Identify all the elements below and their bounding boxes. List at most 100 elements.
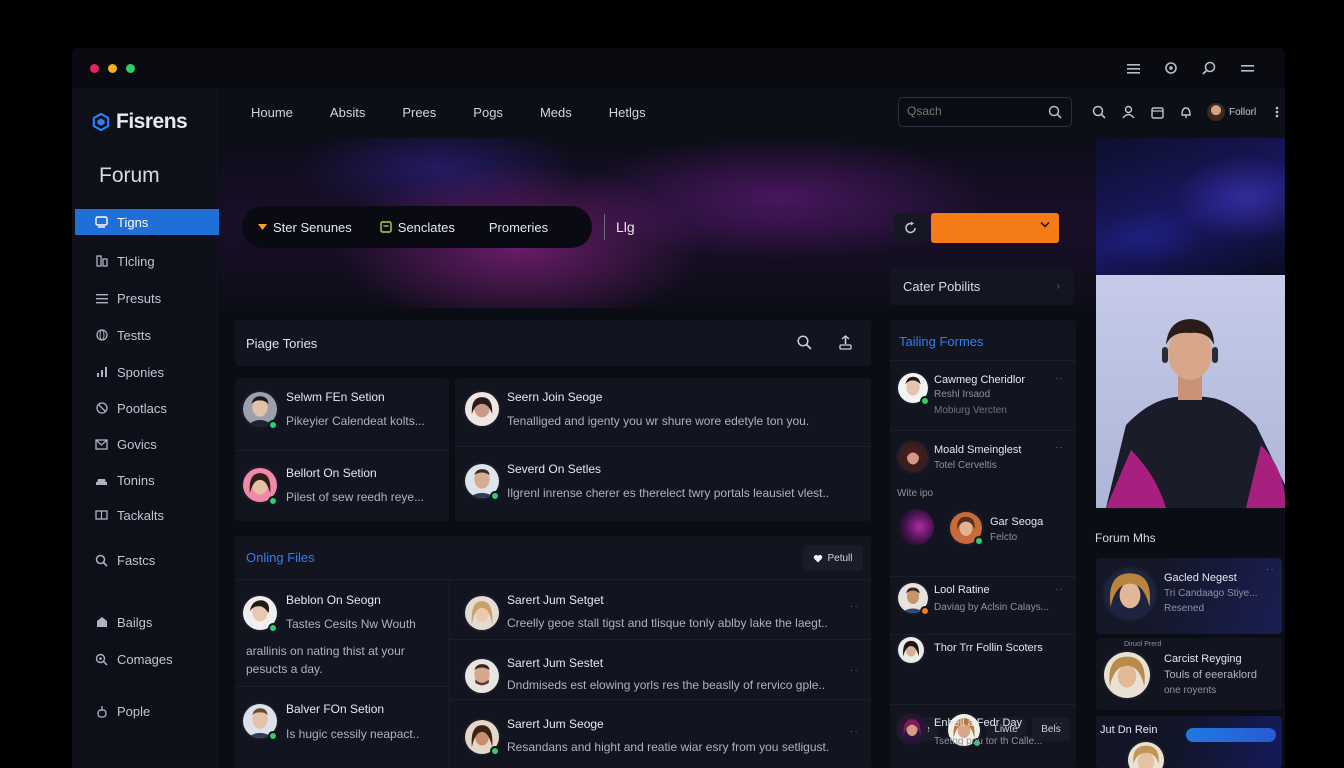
sidebar-item-label: Fastcs [117,552,156,568]
post-title[interactable]: Sarert Jum Seoge [507,717,604,731]
search-icon[interactable] [1201,60,1217,76]
sidebar-item-testts[interactable]: Testts [75,322,221,348]
avatar [1102,566,1158,622]
upload-icon[interactable] [839,335,852,350]
trending-subtitle: Totel Cerveltis [934,460,997,471]
post-title[interactable]: Beblon On Seogn [286,593,381,607]
online-badge [490,746,500,756]
more-vertical-icon[interactable] [1269,104,1285,120]
menu-icon[interactable] [1125,60,1141,76]
sidebar-item-presuts[interactable]: Presuts [75,285,221,311]
sidebar-item-tlcling[interactable]: Tlcling [75,248,221,274]
more-icon[interactable]: ·· [1055,718,1064,729]
topnav-link-houme[interactable]: Houme [251,105,293,120]
caret-down-icon [258,224,267,230]
more-icon[interactable]: ·· [1055,373,1064,384]
topnav-link-prees[interactable]: Prees [402,105,436,120]
settings-icon[interactable] [1163,60,1179,76]
hero-extra-label[interactable]: Llg [616,219,635,235]
avatar[interactable] [463,657,501,695]
top-navigation: Houme Absits Prees Pogs Meds Hetlgs Foll… [219,88,1285,138]
post-excerpt-continued: pesucts a day. [246,662,323,676]
divider [890,430,1076,431]
app-window: Fisrens Forum Tigns Tlcling Presuts Test… [72,48,1285,768]
people-icon [95,509,108,522]
refresh-icon [905,221,916,234]
post-title[interactable]: Balver FOn Setion [286,702,384,716]
trending-subtitle: Tsetng pou tor th Calle... [934,736,1043,747]
trending-title[interactable]: Thor Trr Follin Scoters [934,642,1043,654]
follow-button[interactable]: Petull [803,545,863,571]
sidebar-item-label: Pople [117,703,151,719]
calendar-icon[interactable] [1149,104,1165,120]
forum-card-title: Jut Dn Rein [1100,724,1158,736]
trending-title[interactable]: Lool Ratine [934,584,990,596]
status-badge [920,606,930,616]
more-icon[interactable]: ·· [850,601,859,612]
more-icon[interactable]: ·· [850,665,859,676]
sidebar-item-tonins[interactable]: Tonins [75,467,221,493]
sidebar-item-bailgs[interactable]: Bailgs [75,609,221,635]
sidebar-item-fastcs[interactable]: Fastcs [75,547,221,573]
avatar[interactable] [463,390,501,428]
sidebar-item-sponies[interactable]: Sponies [75,359,221,385]
post-excerpt: Pikeyier Calendeat kolts... [286,414,425,428]
hero-filter-item[interactable]: Promeries [489,220,548,235]
hamburger-icon[interactable] [1239,60,1255,76]
sidebar-item-comages[interactable]: Comages [75,646,221,672]
sidebar-item-pootlacs[interactable]: Pootlacs [75,395,221,421]
post-title[interactable]: Sarert Jum Setget [507,593,604,607]
refresh-button[interactable] [894,213,928,243]
section-title: Onling Files [246,550,315,565]
hero-divider [604,214,605,240]
search-input[interactable] [907,104,1037,118]
notification-icon[interactable] [1178,104,1194,120]
user-menu[interactable]: Follorl [1207,103,1256,121]
more-icon[interactable]: ·· [850,726,859,737]
topnav-link-pogs[interactable]: Pogs [473,105,503,120]
user-icon[interactable] [1120,104,1136,120]
avatar[interactable] [463,594,501,632]
topnav-link-meds[interactable]: Meds [540,105,572,120]
topnav-link-hetlgs[interactable]: Hetlgs [609,105,646,120]
topnav-link-absits[interactable]: Absits [330,105,365,120]
hero-filter-item[interactable]: Senclates [380,220,455,235]
trending-title[interactable]: Gar Seoga [990,516,1043,528]
sidebar-item-tackalts[interactable]: Tackalts [75,502,221,528]
post-excerpt: Ilgrenl inrense cherer es therelect twry… [507,486,830,500]
post-title[interactable]: Selwm FEn Setion [286,390,385,404]
topic-thumbnail[interactable] [898,509,934,545]
hero-filter-item[interactable]: Ster Senunes [258,220,352,235]
more-icon[interactable]: ·· [1055,584,1064,595]
search-icon[interactable] [1048,105,1062,124]
forum-card[interactable]: Diruol Prerd Carcist Reyging Touls of ee… [1096,638,1282,710]
post-title[interactable]: Sarert Jum Sestet [507,656,603,670]
hexagon-logo-icon [92,113,110,131]
trending-title[interactable]: Cawmeg Cheridlor [934,374,1025,386]
trending-title[interactable]: Enbell a Fedr Day [934,717,1022,729]
forum-card[interactable]: Gacled Negest Tri Candaago Stiye... Rese… [1096,558,1282,634]
sidebar-item-pople[interactable]: Pople [75,698,221,724]
search-icon[interactable] [1091,104,1107,120]
search-icon[interactable] [797,335,812,350]
action-dropdown-button[interactable] [931,213,1059,243]
avatar[interactable] [896,635,926,665]
brand-logo[interactable]: Fisrens [92,110,188,134]
post-excerpt: Tastes Cesits Nw Wouth [286,617,416,631]
post-title[interactable]: Seern Join Seoge [507,390,602,404]
sidebar-item-tigns[interactable]: Tigns [75,209,229,235]
maximize-button[interactable] [126,64,135,73]
post-title[interactable]: Bellort On Setion [286,466,377,480]
avatar[interactable] [896,440,930,474]
post-title[interactable]: Severd On Setles [507,462,601,476]
topics-icon [95,216,108,229]
minimize-button[interactable] [108,64,117,73]
close-button[interactable] [90,64,99,73]
trending-title[interactable]: Moald Smeinglest [934,444,1021,456]
more-icon[interactable]: ·· [1055,442,1064,453]
cater-dropdown[interactable]: Cater Pobilits › [890,268,1074,305]
forum-card[interactable]: Jut Dn Rein [1096,716,1282,768]
avatar[interactable] [896,713,928,745]
more-icon[interactable]: ·· [1266,564,1275,575]
sidebar-item-govics[interactable]: Govics [75,431,221,457]
